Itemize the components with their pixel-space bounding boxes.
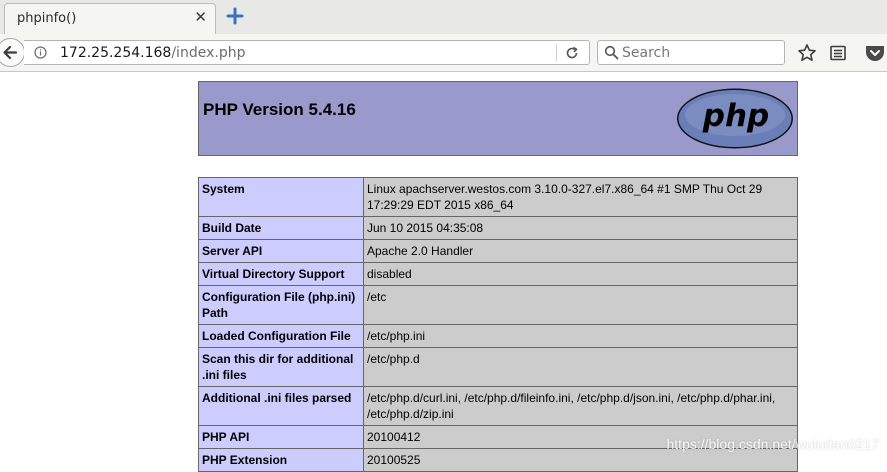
divider — [556, 44, 557, 61]
info-icon[interactable] — [34, 46, 47, 59]
navigation-bar: 172.25.254.168/index.php — [0, 34, 887, 72]
url-text: 172.25.254.168/index.php — [60, 45, 245, 61]
arrow-left-icon — [3, 45, 18, 60]
search-input[interactable] — [622, 41, 780, 64]
table-row: Server API Apache 2.0 Handler — [198, 239, 798, 263]
pocket-icon[interactable] — [864, 43, 886, 63]
row-key: PHP Extension — [198, 448, 364, 472]
table-row: Scan this dir for additional .ini files /… — [198, 347, 798, 387]
back-button[interactable] — [0, 38, 25, 67]
row-key: Server API — [198, 239, 364, 263]
reading-list-icon[interactable] — [829, 44, 847, 62]
page-title: PHP Version 5.4.16 — [203, 100, 356, 119]
row-value: /etc/php.ini — [363, 324, 798, 348]
table-row: Build Date Jun 10 2015 04:35:08 — [198, 216, 798, 240]
table-row: Virtual Directory Support disabled — [198, 262, 798, 286]
row-value: /etc/php.d/curl.ini, /etc/php.d/fileinfo… — [363, 386, 798, 426]
row-key: PHP API — [198, 425, 364, 449]
url-path: /index.php — [171, 45, 246, 61]
row-key: Build Date — [198, 216, 364, 240]
php-logo: php — [677, 88, 793, 149]
watermark: https://blog.csdn.net/wuludan0217 — [666, 436, 880, 452]
row-key: Scan this dir for additional .ini files — [198, 347, 364, 387]
tab-title: phpinfo() — [17, 11, 77, 26]
tab-bar: phpinfo() ✕ — [0, 0, 887, 36]
php-version-header: PHP Version 5.4.16 php — [198, 81, 798, 156]
row-value: Jun 10 2015 04:35:08 — [363, 216, 798, 240]
row-key: Additional .ini files parsed — [198, 386, 364, 426]
row-value: /etc — [363, 285, 798, 325]
php-info-table: System Linux apachserver.westos.com 3.10.… — [198, 177, 798, 472]
table-row: Additional .ini files parsed/etc/php.d/c… — [198, 386, 798, 426]
search-box[interactable] — [597, 40, 785, 65]
row-key: Loaded Configuration File — [198, 324, 364, 348]
row-value: Apache 2.0 Handler — [363, 239, 798, 263]
row-value: disabled — [363, 262, 798, 286]
row-key: Virtual Directory Support — [198, 262, 364, 286]
new-tab-icon[interactable] — [226, 7, 244, 25]
row-value: /etc/php.d — [363, 347, 798, 387]
url-host: 172.25.254.168 — [60, 45, 172, 61]
row-key: System — [198, 177, 364, 217]
reload-icon[interactable] — [565, 46, 579, 60]
close-tab-icon[interactable]: ✕ — [194, 10, 207, 25]
browser-tab[interactable]: phpinfo() ✕ — [4, 3, 216, 36]
table-row: Configuration File (php.ini) Path/etc — [198, 285, 798, 325]
row-value: Linux apachserver.westos.com 3.10.0-327.… — [363, 177, 798, 217]
address-bar[interactable]: 172.25.254.168/index.php — [24, 40, 590, 65]
bookmark-star-icon[interactable] — [797, 43, 817, 63]
table-row: Loaded Configuration File/etc/php.ini — [198, 324, 798, 348]
table-row: System Linux apachserver.westos.com 3.10.… — [198, 177, 798, 217]
search-icon — [604, 45, 619, 60]
row-key: Configuration File (php.ini) Path — [198, 285, 364, 325]
php-logo-text: php — [702, 98, 769, 134]
php-info-table-body: System Linux apachserver.westos.com 3.10.… — [198, 177, 798, 472]
